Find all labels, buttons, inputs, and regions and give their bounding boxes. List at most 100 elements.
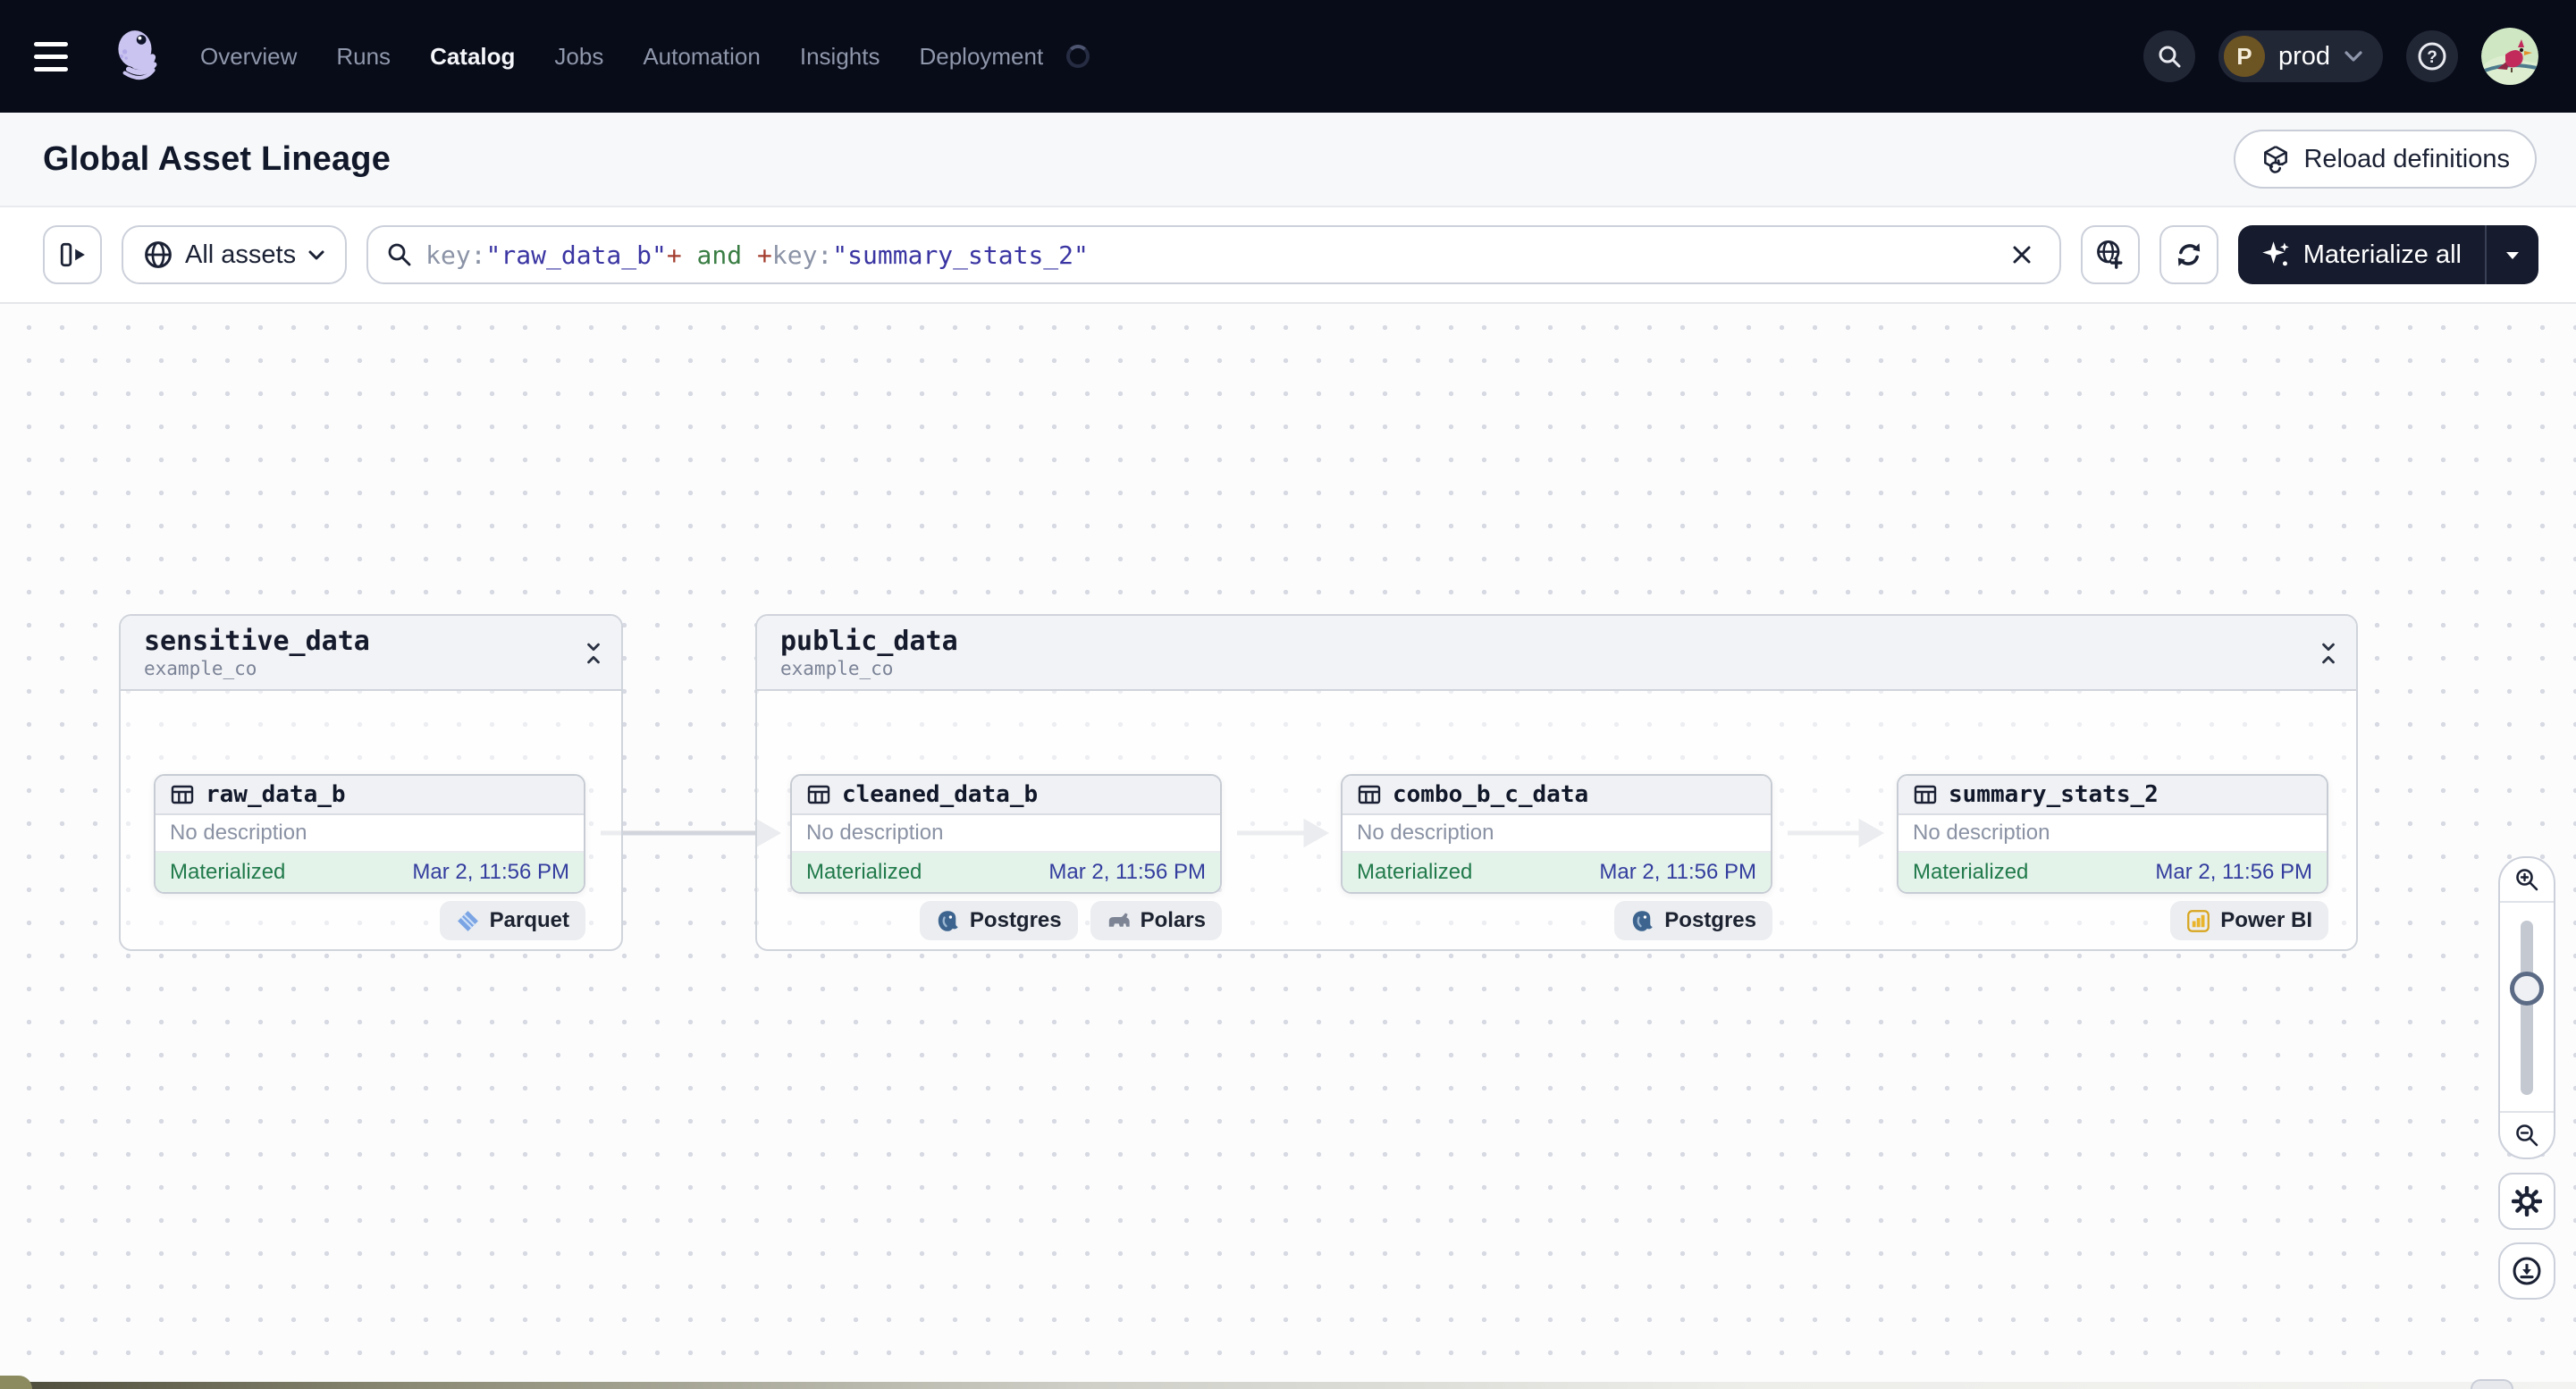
- user-avatar[interactable]: [2481, 28, 2538, 85]
- nav-item-automation[interactable]: Automation: [643, 43, 761, 71]
- magnifier-icon: [388, 243, 411, 266]
- materialize-options-button[interactable]: [2487, 225, 2538, 284]
- tag-label: Postgres: [969, 908, 1062, 932]
- refresh-icon: [2177, 243, 2200, 266]
- lineage-toolbar: All assets key: "raw_data_b" + and + key: "s…: [0, 207, 2576, 304]
- asset-description: No description: [1898, 815, 2327, 853]
- group-name: public_data: [780, 626, 958, 657]
- asset-description: No description: [1343, 815, 1771, 853]
- desktop-corner-right: [2471, 1379, 2513, 1389]
- polars-icon: [1108, 913, 1130, 927]
- desktop-edge: [0, 1382, 2576, 1389]
- materialization-timestamp: Mar 2, 11:56 PM: [1048, 860, 1206, 884]
- collapse-group-icon: [587, 643, 600, 664]
- asset-search-input[interactable]: key: "raw_data_b" + and + key: "summary_stat…: [366, 225, 2061, 284]
- nav-item-jobs[interactable]: Jobs: [554, 43, 603, 71]
- zoom-slider[interactable]: [2500, 903, 2554, 1111]
- asset-status-row: Materialized Mar 2, 11:56 PM: [1343, 853, 1771, 892]
- asset-tags-raw_data_b: Parquet: [154, 901, 585, 940]
- collapse-group-button[interactable]: [584, 643, 603, 664]
- globe-plus-icon: [2096, 240, 2123, 269]
- collapse-group-button[interactable]: [2319, 643, 2338, 664]
- deployment-switcher[interactable]: P prod: [2218, 30, 2383, 82]
- refresh-layout-button[interactable]: [2159, 225, 2218, 284]
- page-header: Global Asset Lineage Reload definitions: [0, 113, 2576, 207]
- asset-description: No description: [156, 815, 584, 853]
- close-icon: [2013, 246, 2031, 264]
- search-icon: [2159, 46, 2181, 68]
- kind-tag-postgres[interactable]: Postgres: [1614, 901, 1772, 940]
- asset-description: No description: [792, 815, 1220, 853]
- materialize-all-button[interactable]: Materialize all: [2238, 225, 2485, 284]
- table-icon: [807, 785, 830, 804]
- collapse-group-icon: [2322, 643, 2335, 664]
- asset-tags-cleaned_data_b: Postgres Polars: [790, 901, 1222, 940]
- open-in-catalog-button[interactable]: [2080, 225, 2140, 284]
- asset-selection-query: key: "raw_data_b" + and + key: "summary_stat…: [425, 240, 1089, 270]
- nav-item-catalog[interactable]: Catalog: [430, 43, 515, 71]
- status-badge: Materialized: [170, 860, 286, 884]
- table-icon: [171, 785, 194, 804]
- asset-node-raw_data_b[interactable]: raw_data_b No description Materialized M…: [154, 774, 585, 894]
- status-badge: Materialized: [1357, 860, 1473, 884]
- group-header: public_data example_co: [757, 616, 2356, 691]
- reload-definitions-button[interactable]: Reload definitions: [2234, 130, 2537, 189]
- postgres-icon: [938, 910, 958, 931]
- kind-tag-parquet[interactable]: Parquet: [439, 901, 585, 940]
- hamburger-menu-icon[interactable]: [34, 28, 91, 85]
- powerbi-icon: [2187, 909, 2210, 932]
- nav-right-cluster: P prod ?: [2142, 28, 2576, 85]
- reload-definitions-icon: [2264, 146, 2288, 173]
- status-badge: Materialized: [806, 860, 922, 884]
- zoom-slider-track[interactable]: [2521, 921, 2533, 1095]
- status-badge: Materialized: [1913, 860, 2029, 884]
- toggle-sidebar-button[interactable]: [43, 225, 102, 284]
- tag-label: Polars: [1140, 908, 1206, 932]
- zoom-in-icon: [2516, 869, 2538, 891]
- zoom-slider-thumb[interactable]: [2510, 972, 2544, 1006]
- tag-label: Parquet: [489, 908, 569, 932]
- asset-node-summary_stats_2[interactable]: summary_stats_2 No description Materiali…: [1897, 774, 2328, 894]
- graph-settings-button[interactable]: [2498, 1173, 2555, 1230]
- caret-down-icon: [2506, 251, 2519, 259]
- kind-tag-powerbi[interactable]: Power BI: [2170, 901, 2328, 940]
- download-image-button[interactable]: [2498, 1242, 2555, 1300]
- help-button[interactable]: ?: [2406, 30, 2458, 82]
- materialize-all-split-button: Materialize all: [2237, 225, 2538, 284]
- asset-name: cleaned_data_b: [842, 781, 1039, 808]
- asset-scope-dropdown[interactable]: All assets: [122, 225, 348, 284]
- group-header: sensitive_data example_co: [121, 616, 621, 691]
- panel-expand-icon: [60, 242, 85, 267]
- asset-node-cleaned_data_b[interactable]: cleaned_data_b No description Materializ…: [790, 774, 1222, 894]
- nav-item-runs[interactable]: Runs: [336, 43, 391, 71]
- search-button[interactable]: [2142, 30, 2195, 82]
- nav-item-insights[interactable]: Insights: [800, 43, 880, 71]
- deployment-avatar: P: [2223, 36, 2265, 77]
- nav-items: Overview Runs Catalog Jobs Automation In…: [200, 43, 1090, 71]
- kind-tag-postgres[interactable]: Postgres: [919, 901, 1078, 940]
- materialization-timestamp: Mar 2, 11:56 PM: [2155, 860, 2312, 884]
- nav-loading-spinner: [1066, 45, 1090, 68]
- asset-name: combo_b_c_data: [1393, 781, 1589, 808]
- asset-tags-summary_stats_2: Power BI: [1897, 901, 2328, 940]
- asset-name: summary_stats_2: [1949, 781, 2159, 808]
- chevron-down-icon: [308, 250, 324, 259]
- group-name: sensitive_data: [144, 626, 370, 657]
- zoom-in-button[interactable]: [2500, 858, 2554, 903]
- nav-item-deployment[interactable]: Deployment: [919, 43, 1043, 71]
- page-title: Global Asset Lineage: [43, 139, 391, 178]
- top-nav: Overview Runs Catalog Jobs Automation In…: [0, 0, 2576, 113]
- parquet-icon: [457, 910, 478, 931]
- asset-tags-combo_b_c_data: Postgres: [1341, 901, 1772, 940]
- kind-tag-polars[interactable]: Polars: [1090, 901, 1222, 940]
- clear-search-button[interactable]: [2002, 235, 2041, 274]
- nav-item-overview[interactable]: Overview: [200, 43, 297, 71]
- deployment-name: prod: [2277, 41, 2330, 71]
- zoom-out-button[interactable]: [2500, 1111, 2554, 1158]
- lineage-canvas[interactable]: sensitive_data example_co public_data ex…: [0, 304, 2576, 1389]
- zoom-panel: [2498, 856, 2555, 1159]
- asset-status-row: Materialized Mar 2, 11:56 PM: [792, 853, 1220, 892]
- download-icon: [2513, 1257, 2541, 1285]
- asset-node-combo_b_c_data[interactable]: combo_b_c_data No description Materializ…: [1341, 774, 1772, 894]
- dagster-logo[interactable]: [107, 27, 166, 86]
